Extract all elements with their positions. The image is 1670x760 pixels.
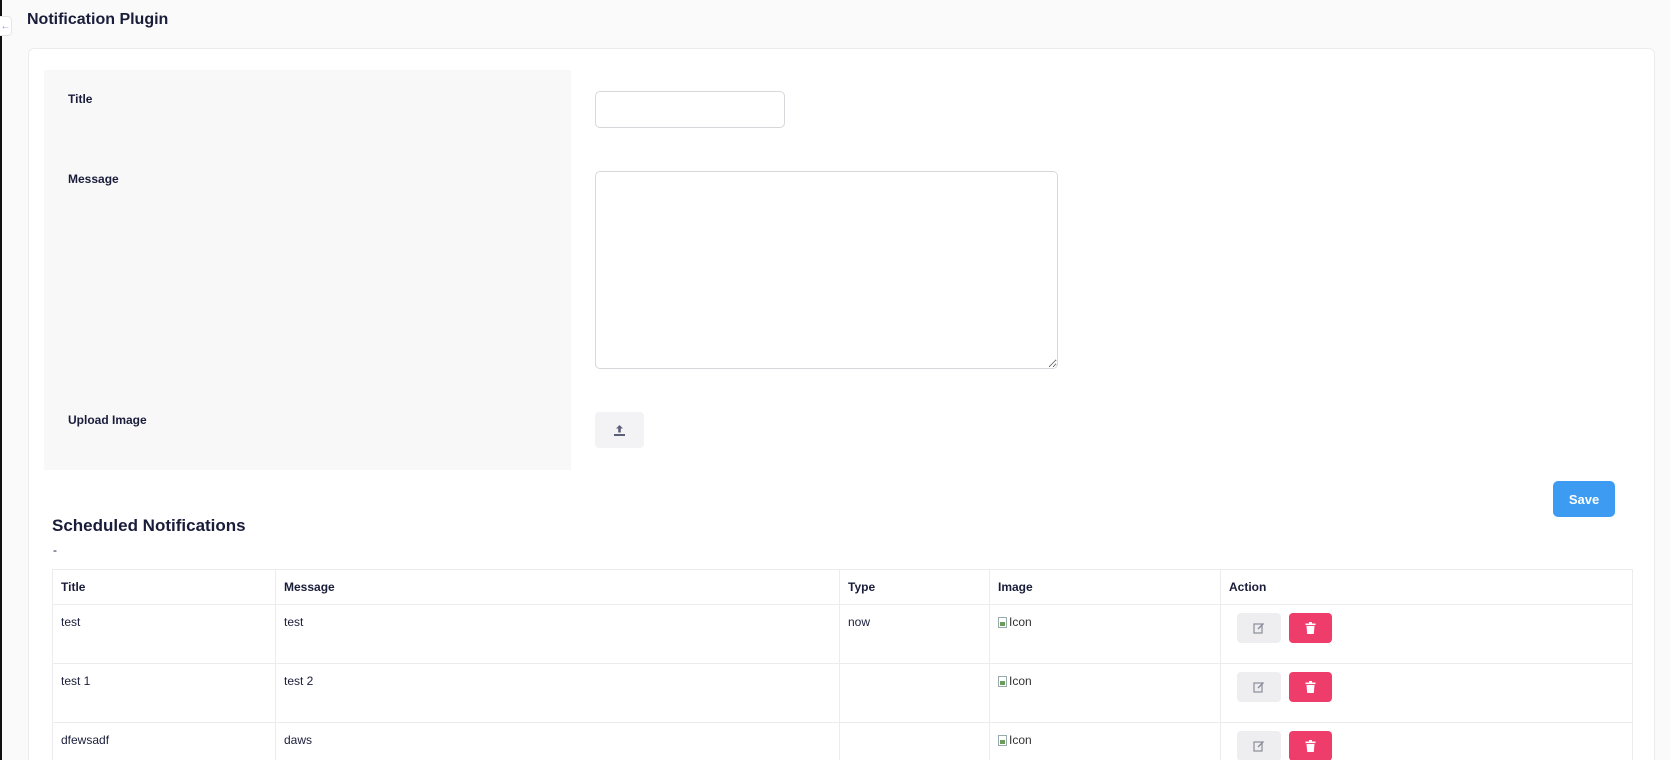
title-label: Title <box>68 92 93 106</box>
sidebar-toggle-button[interactable]: ← <box>0 16 12 36</box>
cell-actions <box>1220 663 1633 723</box>
delete-button[interactable] <box>1289 613 1332 643</box>
trash-icon <box>1305 681 1316 693</box>
cell-title: test <box>52 604 276 664</box>
cell-type: now <box>839 604 990 664</box>
form-label-panel: Title Message Upload Image <box>44 70 571 470</box>
table-row: test 1 test 2 Icon <box>52 663 1633 723</box>
image-alt-text: Icon <box>1009 615 1032 629</box>
trash-icon <box>1305 740 1316 752</box>
delete-button[interactable] <box>1289 672 1332 702</box>
edit-button[interactable] <box>1237 672 1281 702</box>
edit-button[interactable] <box>1237 731 1281 760</box>
cell-message: test <box>275 604 840 664</box>
notifications-table: Title Message Type Image Action test tes… <box>52 569 1633 760</box>
column-header-action: Action <box>1220 569 1633 605</box>
notification-image: Icon <box>998 615 1032 629</box>
save-button[interactable]: Save <box>1553 481 1615 517</box>
message-label: Message <box>68 172 119 186</box>
column-header-message: Message <box>275 569 840 605</box>
image-alt-text: Icon <box>1009 674 1032 688</box>
cell-image: Icon <box>989 663 1221 723</box>
arrow-left-icon: ← <box>0 20 11 32</box>
cell-actions <box>1220 722 1633 760</box>
broken-image-icon <box>998 734 1007 746</box>
cell-title: dfewsadf <box>52 722 276 760</box>
cell-title: test 1 <box>52 663 276 723</box>
edit-button[interactable] <box>1237 613 1281 643</box>
column-header-type: Type <box>839 569 990 605</box>
edit-icon <box>1253 741 1264 752</box>
title-input[interactable] <box>595 91 785 128</box>
column-header-title: Title <box>52 569 276 605</box>
cell-type <box>839 722 990 760</box>
delete-button[interactable] <box>1289 731 1332 760</box>
broken-image-icon <box>998 675 1007 687</box>
page-title: Notification Plugin <box>27 11 169 28</box>
cell-type <box>839 663 990 723</box>
broken-image-icon <box>998 616 1007 628</box>
column-header-image: Image <box>989 569 1221 605</box>
notification-image: Icon <box>998 674 1032 688</box>
cell-image: Icon <box>989 722 1221 760</box>
table-row: dfewsadf daws Icon <box>52 722 1633 760</box>
edit-icon <box>1253 623 1264 634</box>
cell-image: Icon <box>989 604 1221 664</box>
trash-icon <box>1305 622 1316 634</box>
edit-icon <box>1253 682 1264 693</box>
table-header-row: Title Message Type Image Action <box>52 569 1633 605</box>
cell-message: test 2 <box>275 663 840 723</box>
notification-image: Icon <box>998 733 1032 747</box>
left-edge <box>0 0 2 760</box>
upload-image-button[interactable] <box>595 412 644 448</box>
cell-message: daws <box>275 722 840 760</box>
cell-actions <box>1220 604 1633 664</box>
table-row: test test now Icon <box>52 604 1633 664</box>
upload-image-label: Upload Image <box>68 413 147 427</box>
scheduled-notifications-title: Scheduled Notifications <box>52 516 246 535</box>
upload-icon <box>614 424 625 436</box>
message-textarea[interactable] <box>595 171 1058 369</box>
image-alt-text: Icon <box>1009 733 1032 747</box>
scheduled-notifications-subtitle: - <box>53 543 57 557</box>
